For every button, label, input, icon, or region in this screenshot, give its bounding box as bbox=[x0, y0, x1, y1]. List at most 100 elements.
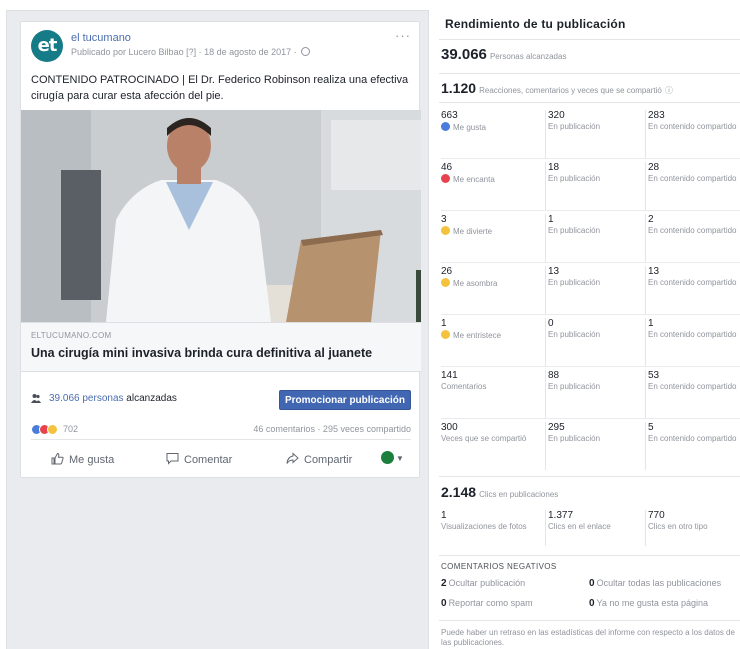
on-shares-value: 53 bbox=[648, 370, 660, 381]
total-label: Me encanta bbox=[453, 175, 495, 184]
total-cell: 141 Comentarios bbox=[441, 370, 541, 418]
hide-all-count: 0 bbox=[589, 578, 595, 589]
total-label-wrap: Me divierte bbox=[441, 226, 541, 237]
link-preview[interactable]: ELTUCUMANO.COM Una cirugía mini invasiva… bbox=[21, 322, 421, 372]
on-post-value: 0 bbox=[548, 318, 554, 329]
total-label: Me gusta bbox=[453, 123, 486, 132]
total-label-wrap: Me entristece bbox=[441, 330, 541, 341]
reach-count-link[interactable]: 39.066 personas bbox=[49, 393, 124, 404]
photo-views-label: Visualizaciones de fotos bbox=[441, 522, 527, 531]
divider bbox=[439, 73, 740, 74]
on-shares-cell: 283 En contenido compartido bbox=[645, 110, 740, 158]
negative-row: 0 Ocultar todas las publicaciones bbox=[589, 578, 721, 589]
chevron-down-icon: ▼ bbox=[396, 454, 404, 463]
reaction-stat-row: 26 Me asombra 13 En publicación 13 En conteni… bbox=[441, 266, 740, 318]
post-date[interactable]: 18 de agosto de 2017 bbox=[204, 47, 291, 57]
people-reached: 39.066 Personas alcanzadas bbox=[441, 46, 566, 63]
insights-panel: Rendimiento de tu publicación 39.066 Per… bbox=[428, 10, 740, 649]
total-value: 663 bbox=[441, 110, 458, 121]
reactions-number: 1.120 bbox=[441, 80, 477, 96]
on-shares-cell: 28 En contenido compartido bbox=[645, 162, 740, 210]
total-label-wrap: Me encanta bbox=[441, 174, 541, 185]
on-shares-value: 5 bbox=[648, 422, 654, 433]
link-title[interactable]: Una cirugía mini invasiva brinda cura de… bbox=[31, 346, 372, 360]
reach-text: 39.066 personas alcanzadas bbox=[49, 393, 177, 404]
on-shares-label: En contenido compartido bbox=[648, 122, 737, 131]
hide-post-label: Ocultar publicación bbox=[448, 578, 526, 588]
comment-button[interactable]: Comentar bbox=[166, 452, 232, 466]
on-shares-label: En contenido compartido bbox=[648, 226, 737, 235]
wow-icon bbox=[441, 278, 450, 287]
on-post-label: En publicación bbox=[548, 122, 601, 131]
on-shares-cell: 13 En contenido compartido bbox=[645, 266, 740, 314]
total-cell: 26 Me asombra bbox=[441, 266, 541, 314]
info-icon[interactable]: ⓘ bbox=[665, 86, 673, 95]
on-shares-value: 28 bbox=[648, 162, 660, 173]
total-value: 3 bbox=[441, 214, 447, 225]
published-by[interactable]: Publicado por Lucero Bilbao bbox=[71, 47, 184, 57]
row-divider bbox=[441, 210, 740, 211]
on-shares-label: En contenido compartido bbox=[648, 434, 737, 443]
row-divider bbox=[441, 366, 740, 367]
divider bbox=[439, 620, 740, 621]
like-button[interactable]: Me gusta bbox=[51, 452, 114, 466]
on-post-cell: 88 En publicación bbox=[545, 370, 641, 418]
reaction-stat-row: 46 Me encanta 18 En publicación 28 En conteni… bbox=[441, 162, 740, 214]
on-shares-cell: 1 En contenido compartido bbox=[645, 318, 740, 366]
comments-shares-count[interactable]: 46 comentarios · 295 veces compartido bbox=[253, 424, 411, 434]
post-header: et el tucumano Publicado por Lucero Bilb… bbox=[31, 28, 411, 62]
total-label-wrap: Comentarios bbox=[441, 382, 541, 392]
other-clicks-label: Clics en otro tipo bbox=[648, 522, 708, 531]
row-divider bbox=[441, 418, 740, 419]
total-label-wrap: Veces que se compartió bbox=[441, 434, 541, 444]
unlike-label: Ya no me gusta esta página bbox=[596, 598, 708, 608]
on-post-value: 295 bbox=[548, 422, 565, 433]
audience-selector[interactable]: ▼ bbox=[381, 451, 404, 464]
haha-icon bbox=[441, 226, 450, 235]
total-value: 141 bbox=[441, 370, 458, 381]
divider bbox=[439, 476, 740, 477]
total-label: Me entristece bbox=[453, 331, 502, 340]
total-cell: 46 Me encanta bbox=[441, 162, 541, 210]
total-label-wrap: Me gusta bbox=[441, 122, 541, 133]
post-video-thumbnail[interactable] bbox=[21, 110, 421, 322]
total-cell: 663 Me gusta bbox=[441, 110, 541, 158]
like-icon bbox=[441, 122, 450, 131]
more-options-icon[interactable]: ··· bbox=[395, 28, 411, 43]
on-post-cell: 18 En publicación bbox=[545, 162, 641, 210]
total-cell: 300 Veces que se compartió bbox=[441, 422, 541, 470]
on-post-label: En publicación bbox=[548, 278, 601, 287]
on-shares-label: En contenido compartido bbox=[648, 330, 737, 339]
total-value: 46 bbox=[441, 162, 453, 173]
haha-reaction-icon[interactable] bbox=[47, 424, 58, 435]
on-shares-value: 1 bbox=[648, 318, 654, 329]
reactions-count[interactable]: 702 bbox=[63, 424, 78, 434]
meta-separator: [?] · bbox=[186, 47, 205, 57]
reach-row: 39.066 personas alcanzadas Promocionar p… bbox=[31, 390, 411, 412]
link-domain: ELTUCUMANO.COM bbox=[31, 331, 112, 340]
promote-post-button[interactable]: Promocionar publicación bbox=[279, 390, 411, 410]
spam-label: Reportar como spam bbox=[448, 598, 533, 608]
comment-icon bbox=[166, 453, 179, 465]
on-shares-label: En contenido compartido bbox=[648, 382, 737, 391]
page-name-link[interactable]: el tucumano bbox=[71, 32, 131, 44]
post-meta: Publicado por Lucero Bilbao [?] · 18 de … bbox=[71, 47, 311, 57]
total-label: Me divierte bbox=[453, 227, 493, 236]
total-value: 1 bbox=[441, 318, 447, 329]
share-button[interactable]: Compartir bbox=[286, 452, 352, 466]
row-divider bbox=[441, 158, 740, 159]
spam-count: 0 bbox=[441, 598, 447, 609]
love-icon bbox=[441, 174, 450, 183]
on-shares-value: 283 bbox=[648, 110, 665, 121]
photo-views-cell: 1 Visualizaciones de fotos bbox=[441, 510, 541, 546]
page-avatar[interactable]: et bbox=[31, 30, 63, 62]
meta-separator: · bbox=[293, 47, 300, 57]
like-label: Me gusta bbox=[69, 454, 115, 466]
reach-label: alcanzadas bbox=[126, 393, 177, 404]
negative-feedback-title: COMENTARIOS NEGATIVOS bbox=[441, 562, 557, 571]
on-post-value: 1 bbox=[548, 214, 554, 225]
reaction-stat-row: 663 Me gusta 320 En publicación 283 En conten… bbox=[441, 110, 740, 162]
on-post-cell: 320 En publicación bbox=[545, 110, 641, 158]
on-post-cell: 13 En publicación bbox=[545, 266, 641, 314]
on-post-cell: 1 En publicación bbox=[545, 214, 641, 262]
